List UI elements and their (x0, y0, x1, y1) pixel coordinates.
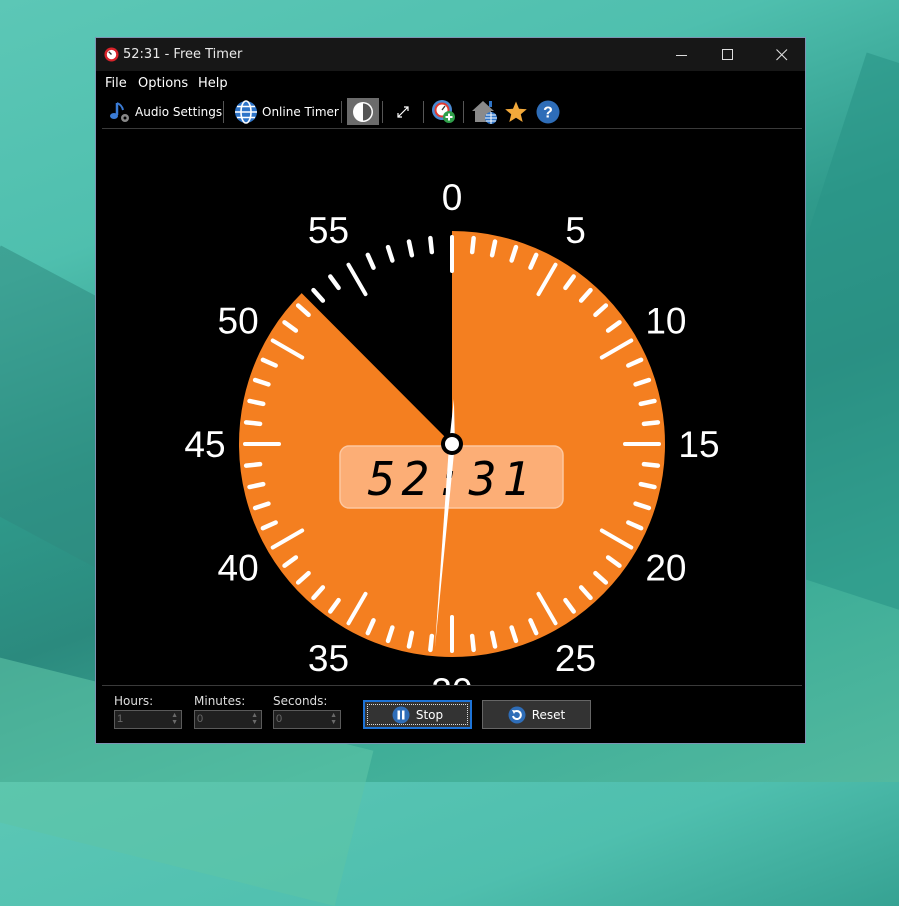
home-web-icon (472, 100, 497, 124)
pause-icon (392, 706, 410, 723)
dial-label: 20 (645, 548, 686, 589)
fullscreen-button[interactable] (392, 98, 414, 125)
favorite-button[interactable] (503, 98, 529, 125)
close-icon (776, 48, 788, 60)
minimize-button[interactable] (659, 38, 705, 71)
minor-tick (428, 633, 435, 653)
free-timer-window: 52:31 - Free Timer File Options Help Aud… (95, 37, 806, 744)
menu-help[interactable]: Help (198, 76, 228, 91)
minor-tick (365, 252, 376, 270)
spinner-arrows-icon[interactable]: ▲ ▼ (330, 712, 337, 726)
minor-tick (243, 461, 263, 468)
audio-settings-button[interactable]: Audio Settings (108, 98, 222, 125)
hours-label: Hours: (114, 694, 154, 708)
menu-options[interactable]: Options (138, 76, 188, 91)
spinner-arrows-icon[interactable]: ▲ ▼ (171, 712, 178, 726)
stop-label: Stop (415, 707, 444, 722)
dial-label: 25 (555, 638, 596, 679)
minor-tick (247, 481, 266, 490)
svg-text:?: ? (543, 104, 553, 121)
maximize-icon (722, 48, 733, 60)
globe-icon (235, 99, 257, 124)
analog-timer-dial[interactable]: 0510152025303540455055 52:31 (96, 129, 807, 685)
minor-tick (243, 420, 263, 427)
minor-tick (489, 630, 498, 649)
minor-tick (247, 398, 266, 407)
minutes-label: Minutes: (194, 694, 246, 708)
window-title: 52:31 - Free Timer (123, 47, 243, 62)
toolbar-separator (463, 101, 464, 123)
reset-icon (508, 706, 526, 723)
seconds-spinner[interactable]: 0 ▲ ▼ (273, 710, 341, 729)
seconds-value: 0 (276, 713, 283, 725)
toolbar: Audio Settings Online Timer ? (96, 95, 805, 128)
home-page-button[interactable] (471, 98, 499, 125)
toolbar-separator (423, 101, 424, 123)
minor-tick (469, 235, 476, 255)
timer-controls: Hours: 1 ▲ ▼ Minutes: 0 ▲ ▼ Seconds: 0 ▲ ▼ … (96, 685, 805, 745)
minor-tick (311, 287, 326, 303)
minor-tick (428, 235, 435, 255)
minor-tick (489, 239, 498, 258)
contrast-toggle-button[interactable] (347, 98, 379, 125)
dial-label: 0 (442, 177, 463, 218)
dial-label: 30 (431, 671, 472, 685)
toolbar-separator (341, 101, 342, 123)
menu-bar: File Options Help (96, 71, 805, 95)
new-timer-icon (432, 99, 455, 123)
dial-label: 15 (678, 424, 719, 465)
music-note-gear-icon (110, 101, 129, 122)
maximize-button[interactable] (705, 38, 751, 71)
minimize-icon (676, 54, 687, 56)
close-button[interactable] (759, 38, 805, 71)
hours-value: 1 (117, 713, 124, 725)
hours-spinner[interactable]: 1 ▲ ▼ (114, 710, 182, 729)
toolbar-separator (382, 101, 383, 123)
dial-label: 40 (218, 548, 259, 589)
expand-icon (397, 105, 409, 118)
dial-label: 45 (184, 424, 225, 465)
hand-pivot (445, 437, 459, 451)
minutes-value: 0 (197, 713, 204, 725)
dial-label: 55 (308, 210, 349, 251)
minor-tick (638, 398, 657, 407)
help-icon: ? (536, 100, 560, 123)
reset-label: Reset (531, 707, 566, 722)
toolbar-separator (223, 101, 224, 123)
major-tick (346, 262, 368, 297)
app-timer-icon (104, 47, 119, 62)
minor-tick (469, 633, 476, 653)
title-bar[interactable]: 52:31 - Free Timer (96, 38, 805, 71)
reset-button[interactable]: Reset (482, 700, 591, 729)
spinner-arrows-icon[interactable]: ▲ ▼ (251, 712, 258, 726)
minor-tick (328, 274, 341, 291)
minor-tick (406, 239, 415, 258)
new-timer-button[interactable] (431, 98, 457, 125)
minor-tick (385, 244, 395, 263)
help-button[interactable]: ? (535, 98, 561, 125)
online-timer-label: Online Timer (262, 104, 339, 119)
online-timer-button[interactable]: Online Timer (234, 98, 339, 125)
dial-label: 10 (645, 301, 686, 342)
dial-label: 35 (308, 638, 349, 679)
stop-button[interactable]: Stop (363, 700, 472, 729)
minutes-spinner[interactable]: 0 ▲ ▼ (194, 710, 262, 729)
minor-tick (406, 630, 415, 649)
contrast-icon (353, 101, 373, 122)
seconds-label: Seconds: (273, 694, 328, 708)
minor-tick (641, 420, 661, 427)
minor-tick (638, 481, 657, 490)
menu-file[interactable]: File (105, 76, 127, 91)
minor-tick (641, 461, 661, 468)
dial-label: 5 (565, 210, 586, 251)
audio-settings-label: Audio Settings (135, 104, 223, 119)
star-icon (505, 101, 527, 122)
dial-label: 50 (218, 301, 259, 342)
